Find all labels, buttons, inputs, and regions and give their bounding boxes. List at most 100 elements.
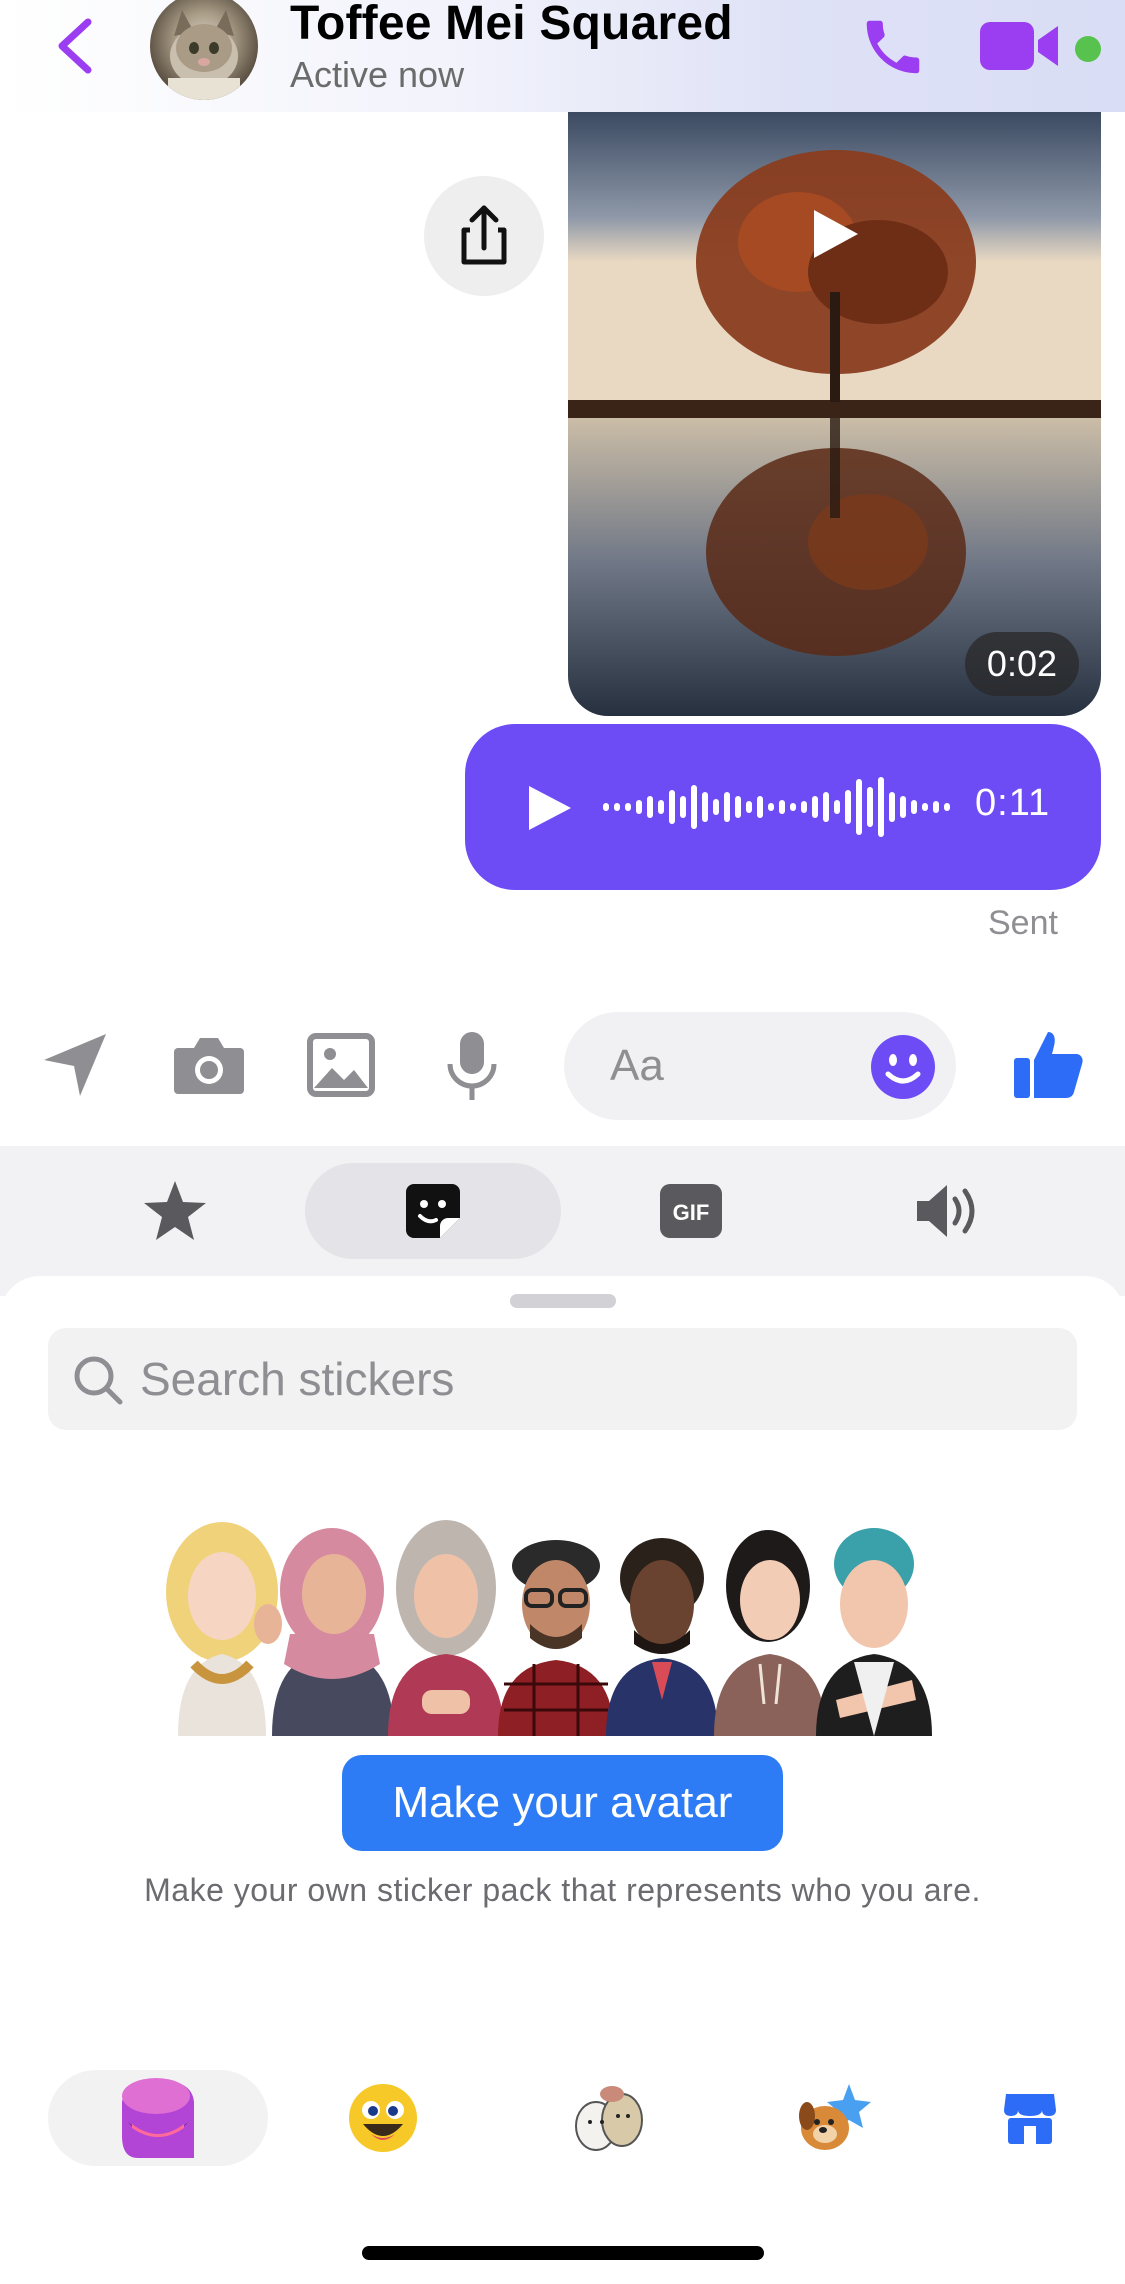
- svg-text:GIF: GIF: [673, 1200, 710, 1225]
- camera-button[interactable]: [172, 1030, 246, 1105]
- drag-handle[interactable]: [510, 1294, 616, 1308]
- video-play-button[interactable]: [804, 204, 864, 269]
- waveform-bar: [944, 803, 950, 811]
- message-input[interactable]: [610, 1036, 840, 1096]
- gallery-button[interactable]: [306, 1030, 376, 1105]
- waveform-bar: [625, 803, 631, 811]
- chevron-left-icon: [58, 18, 92, 74]
- microphone-icon: [447, 1032, 497, 1100]
- tab-gif[interactable]: GIF: [563, 1163, 819, 1259]
- home-indicator[interactable]: [362, 2246, 764, 2260]
- pack-avatar[interactable]: [48, 2070, 268, 2166]
- tab-sounds[interactable]: [821, 1163, 1077, 1259]
- waveform-bar: [889, 792, 895, 822]
- thumbs-up-icon: [1014, 1032, 1083, 1098]
- video-thumbnail: [568, 112, 1101, 716]
- store-icon: [1004, 2094, 1056, 2144]
- contact-name[interactable]: Toffee Mei Squared: [290, 0, 733, 51]
- waveform-bar: [933, 801, 939, 813]
- star-icon: [144, 1181, 206, 1240]
- sticker-search-input[interactable]: [140, 1348, 1040, 1410]
- video-duration: 0:02: [964, 632, 1079, 696]
- waveform-bar: [834, 800, 840, 814]
- video-call-button[interactable]: [978, 18, 1062, 74]
- waveform-bar: [845, 790, 851, 824]
- tab-favorites[interactable]: [47, 1163, 303, 1259]
- back-button[interactable]: [52, 14, 102, 78]
- waveform-bar: [713, 799, 719, 815]
- sticker-store[interactable]: [950, 2070, 1110, 2166]
- waveform-bar: [647, 796, 653, 818]
- video-camera-icon: [980, 22, 1058, 70]
- avatar-illustration: [166, 1520, 932, 1736]
- avatar-hint: Make your own sticker pack that represen…: [144, 1872, 981, 1908]
- waveform-bar: [812, 796, 818, 818]
- share-button[interactable]: [424, 176, 544, 296]
- pack-dog[interactable]: [723, 2070, 943, 2166]
- waveform-bar: [680, 796, 686, 818]
- waveform-bar: [724, 792, 730, 822]
- pack-cartoon[interactable]: [498, 2070, 718, 2166]
- emoji-button[interactable]: [870, 1034, 936, 1100]
- voice-duration: 0:11: [975, 782, 1051, 824]
- gif-icon: GIF: [660, 1184, 722, 1238]
- waveform-bar: [614, 803, 620, 811]
- waveform-bar: [823, 792, 829, 822]
- waveform-bar: [779, 800, 785, 814]
- waveform-bar: [735, 796, 741, 818]
- video-message[interactable]: 0:02: [568, 112, 1101, 716]
- play-icon: [814, 210, 858, 258]
- waveform-bar: [801, 801, 807, 813]
- waveform-bar: [900, 796, 906, 818]
- speaker-icon: [917, 1185, 975, 1237]
- contact-avatar[interactable]: [150, 0, 258, 100]
- waveform-bar: [911, 800, 917, 814]
- waveform-bar: [790, 803, 796, 811]
- voice-message[interactable]: 0:11: [465, 724, 1101, 890]
- cat-photo: [168, 10, 240, 100]
- waveform-bar: [746, 801, 752, 813]
- play-icon: [529, 786, 571, 830]
- camera-icon: [174, 1038, 244, 1094]
- make-avatar-button[interactable]: Make your avatar: [342, 1755, 783, 1851]
- waveform: [603, 777, 950, 837]
- sticker-sheet: Make your avatar Make your own sticker p…: [0, 1276, 1125, 2284]
- waveform-bar: [867, 787, 873, 827]
- share-icon: [461, 205, 507, 265]
- pack-emoji[interactable]: [273, 2070, 493, 2166]
- waveform-bar: [768, 803, 774, 811]
- waveform-bar: [669, 790, 675, 824]
- emoji-pack-icon: [349, 2084, 417, 2152]
- like-button[interactable]: [1010, 1026, 1086, 1102]
- photo-icon: [307, 1033, 375, 1097]
- waveform-bar: [636, 800, 642, 814]
- cartoon-pack-icon: [575, 2086, 643, 2151]
- waveform-bar: [757, 796, 763, 818]
- smiley-icon: [871, 1035, 935, 1099]
- phone-icon: [866, 20, 920, 74]
- sticker-icon: [406, 1184, 460, 1238]
- waveform-bar: [658, 800, 664, 814]
- chat-header: Toffee Mei Squared Active now: [0, 0, 1125, 112]
- active-status: Active now: [290, 54, 465, 95]
- microphone-button[interactable]: [442, 1030, 502, 1109]
- message-input-container[interactable]: [564, 1012, 956, 1120]
- waveform-bar: [603, 803, 609, 811]
- location-button[interactable]: [40, 1030, 110, 1105]
- waveform-bar: [878, 777, 884, 837]
- voice-call-button[interactable]: [858, 12, 928, 82]
- waveform-bar: [691, 785, 697, 829]
- delivery-status: Sent: [988, 904, 1058, 942]
- voice-play-button[interactable]: [525, 784, 575, 837]
- waveform-bar: [856, 779, 862, 835]
- search-icon: [74, 1356, 123, 1405]
- online-indicator: [1075, 36, 1101, 62]
- tab-stickers[interactable]: [305, 1163, 561, 1259]
- dog-pack-icon: [799, 2084, 871, 2150]
- location-arrow-icon: [44, 1034, 106, 1096]
- tray-tab-bar: GIF: [0, 1146, 1125, 1296]
- waveform-bar: [702, 792, 708, 822]
- avatar-pack-icon: [122, 2078, 194, 2158]
- waveform-bar: [922, 803, 928, 811]
- sticker-search[interactable]: [48, 1328, 1077, 1430]
